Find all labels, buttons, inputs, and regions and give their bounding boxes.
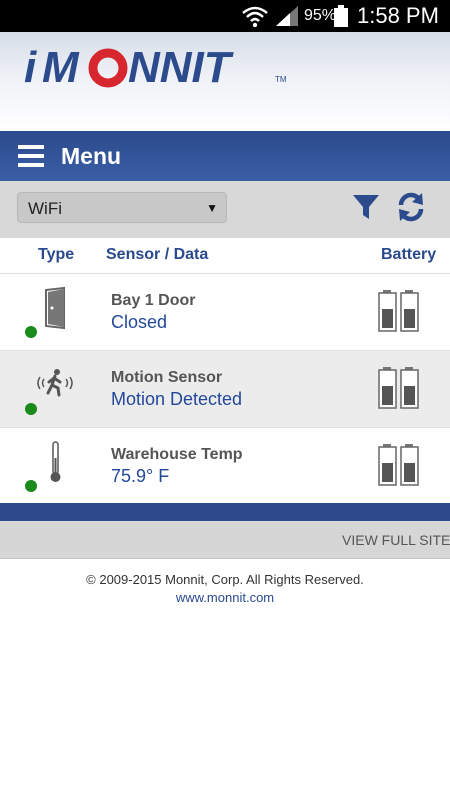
network-select[interactable]: WiFi ▼ [17, 192, 227, 223]
header-logo-area: i M NNIT TM [0, 32, 450, 131]
battery-icon [378, 290, 419, 332]
sensor-name: Motion Sensor [111, 369, 223, 386]
sensor-reading: 75.9° F [111, 466, 170, 486]
column-header-battery: Battery [381, 246, 437, 263]
sensor-row[interactable]: Motion Sensor Motion Detected [0, 351, 450, 428]
thermometer-icon [50, 441, 61, 482]
chevron-down-icon: ▼ [206, 201, 218, 215]
status-dot [25, 403, 37, 415]
imonnit-logo: i M NNIT TM [24, 43, 287, 90]
sensor-row[interactable]: Bay 1 Door Closed [0, 274, 450, 351]
svg-text:i: i [24, 43, 37, 90]
battery-percent: 95% [304, 7, 337, 24]
column-header-type: Type [38, 246, 75, 263]
hamburger-menu-icon[interactable] [18, 145, 44, 167]
column-header-sensor-data: Sensor / Data [106, 246, 209, 263]
status-bar: 95% 1:58 PM [0, 0, 450, 32]
signal-icon [276, 6, 298, 26]
svg-text:TM: TM [275, 75, 287, 84]
sensor-name: Bay 1 Door [111, 292, 196, 309]
battery-status-icon [334, 5, 348, 27]
clock: 1:58 PM [357, 3, 439, 28]
sensor-row[interactable]: Warehouse Temp 75.9° F [0, 428, 450, 505]
view-full-site-bar: VIEW FULL SITE [0, 521, 450, 559]
sensor-name: Warehouse Temp [111, 446, 243, 463]
sensor-reading: Closed [111, 312, 168, 332]
network-select-value: WiFi [28, 199, 62, 218]
battery-icon [378, 444, 419, 486]
door-icon [45, 286, 65, 330]
svg-text:M: M [42, 43, 80, 90]
motion-icon [37, 369, 73, 397]
menu-label[interactable]: Menu [61, 143, 121, 170]
wifi-icon [242, 6, 268, 28]
battery-icon [378, 367, 419, 409]
svg-text:NNIT: NNIT [128, 43, 234, 90]
website-link[interactable]: www.monnit.com [0, 590, 450, 605]
filter-icon[interactable] [352, 193, 380, 221]
status-dot [25, 480, 37, 492]
table-header: Type Sensor / Data Battery [0, 238, 450, 274]
copyright-text: © 2009-2015 Monnit, Corp. All Rights Res… [86, 572, 364, 587]
filter-row: WiFi ▼ [0, 181, 450, 238]
sensor-reading: Motion Detected [111, 389, 243, 409]
footer-divider [0, 503, 450, 521]
refresh-icon[interactable] [395, 191, 427, 223]
menu-bar[interactable]: Menu [0, 131, 450, 181]
status-dot [25, 326, 37, 338]
view-full-site-link[interactable]: VIEW FULL SITE [342, 532, 450, 548]
